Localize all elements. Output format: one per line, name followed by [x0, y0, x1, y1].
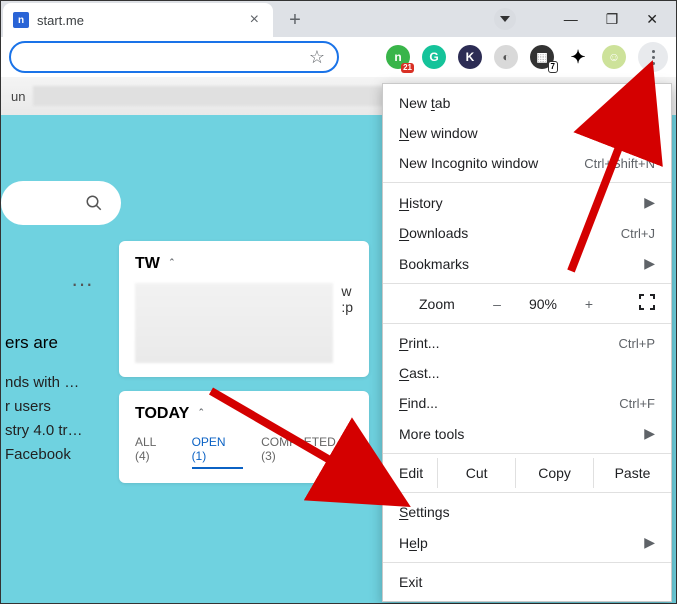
menu-new-window[interactable]: New window Ctrl+N — [383, 118, 671, 148]
paste-button[interactable]: Paste — [594, 458, 671, 488]
today-tabs: ALL (4) OPEN (1) COMPLETED (3) — [135, 435, 353, 469]
menu-find[interactable]: Find... Ctrl+F — [383, 388, 671, 418]
chrome-menu: New tab Ctrl New window Ctrl+N New Incog… — [382, 83, 672, 602]
close-tab-icon[interactable]: × — [246, 11, 263, 29]
menu-help[interactable]: Help ▶ — [383, 527, 671, 558]
extension-icons: n21 G K ◐ ▦7 ✦ ☺ — [386, 42, 668, 72]
menu-downloads[interactable]: Downloads Ctrl+J — [383, 218, 671, 248]
favicon-icon: n — [13, 12, 29, 28]
extension-icon[interactable]: n21 — [386, 45, 410, 69]
bookmark-star-icon[interactable]: ☆ — [309, 47, 325, 68]
zoom-in-button[interactable]: + — [577, 296, 601, 312]
tab-all[interactable]: ALL (4) — [135, 435, 174, 469]
separator — [383, 562, 671, 563]
close-window-button[interactable]: ✕ — [646, 11, 658, 28]
card-header[interactable]: TODAY ˆ — [135, 405, 353, 423]
edit-label: Edit — [383, 458, 438, 488]
zoom-label: Zoom — [419, 296, 471, 312]
left-column: ··· ers are nds with … r users stry 4.0 … — [1, 241, 101, 483]
today-card: TODAY ˆ ALL (4) OPEN (1) COMPLETED (3) — [119, 391, 369, 483]
toolbar: ☆ n21 G K ◐ ▦7 ✦ ☺ — [1, 37, 676, 77]
address-bar[interactable]: ☆ — [9, 41, 339, 73]
menu-incognito[interactable]: New Incognito window Ctrl+Shift+N — [383, 148, 671, 178]
extension-icon[interactable]: ▦7 — [530, 45, 554, 69]
separator — [383, 453, 671, 454]
zoom-value: 90% — [523, 296, 563, 312]
fullscreen-icon[interactable] — [639, 294, 655, 313]
badge: 7 — [548, 61, 558, 73]
zoom-out-button[interactable]: – — [485, 296, 509, 312]
separator — [383, 283, 671, 284]
headline: ers are — [5, 333, 101, 353]
minimize-button[interactable]: — — [564, 11, 578, 27]
new-tab-button[interactable]: + — [281, 6, 309, 34]
menu-print[interactable]: Print... Ctrl+P — [383, 328, 671, 358]
menu-more-tools[interactable]: More tools ▶ — [383, 418, 671, 449]
feed-line: Facebook — [5, 443, 101, 467]
card-title: TODAY — [135, 405, 189, 423]
tab-open[interactable]: OPEN (1) — [192, 435, 244, 469]
search-pill[interactable] — [1, 181, 121, 225]
feed-lines: nds with … r users stry 4.0 tr… Facebook — [5, 371, 101, 467]
extension-icon[interactable]: G — [422, 45, 446, 69]
menu-exit[interactable]: Exit — [383, 567, 671, 597]
chevron-right-icon: ▶ — [644, 534, 655, 551]
blurred-region — [135, 283, 333, 363]
extension-icon[interactable]: ◐ — [494, 45, 518, 69]
extension-icon[interactable]: K — [458, 45, 482, 69]
extensions-puzzle-icon[interactable]: ✦ — [566, 45, 590, 69]
chevron-right-icon: ▶ — [644, 194, 655, 211]
maximize-button[interactable]: ❐ — [606, 11, 619, 28]
feed-line: stry 4.0 tr… — [5, 419, 101, 443]
card-title: TW — [135, 255, 160, 273]
label: w — [341, 283, 353, 299]
copy-button[interactable]: Copy — [516, 458, 594, 488]
separator — [383, 182, 671, 183]
chevron-down-icon[interactable] — [494, 8, 516, 30]
menu-history[interactable]: History ▶ — [383, 187, 671, 218]
browser-tab[interactable]: n start.me × — [3, 3, 273, 37]
feed-line: nds with … — [5, 371, 101, 395]
window-controls: — ❐ ✕ — [482, 1, 676, 37]
tab-completed[interactable]: COMPLETED (3) — [261, 435, 353, 469]
menu-settings[interactable]: Settings — [383, 497, 671, 527]
card-header[interactable]: TW ˆ — [135, 255, 353, 273]
tab-title: start.me — [37, 13, 246, 28]
menu-new-tab[interactable]: New tab Ctrl — [383, 88, 671, 118]
chrome-menu-button[interactable] — [638, 42, 668, 72]
more-icon[interactable]: ··· — [5, 241, 101, 327]
feed-line: r users — [5, 395, 101, 419]
chevron-up-icon: ˆ — [199, 408, 203, 420]
menu-cast[interactable]: Cast... — [383, 358, 671, 388]
search-icon — [85, 194, 103, 212]
cut-button[interactable]: Cut — [438, 458, 516, 488]
chevron-right-icon: ▶ — [644, 255, 655, 272]
tw-card: TW ˆ w :p — [119, 241, 369, 377]
chevron-right-icon: ▶ — [644, 425, 655, 442]
chevron-up-icon: ˆ — [170, 258, 174, 270]
separator — [383, 492, 671, 493]
tab-strip: n start.me × + — ❐ ✕ — [1, 1, 676, 37]
label: :p — [341, 299, 353, 315]
menu-bookmarks[interactable]: Bookmarks ▶ — [383, 248, 671, 279]
profile-avatar-icon[interactable]: ☺ — [602, 45, 626, 69]
menu-zoom: Zoom – 90% + — [383, 288, 671, 319]
label: un — [11, 89, 25, 104]
badge: 21 — [401, 63, 414, 73]
menu-edit-row: Edit Cut Copy Paste — [383, 458, 671, 488]
separator — [383, 323, 671, 324]
